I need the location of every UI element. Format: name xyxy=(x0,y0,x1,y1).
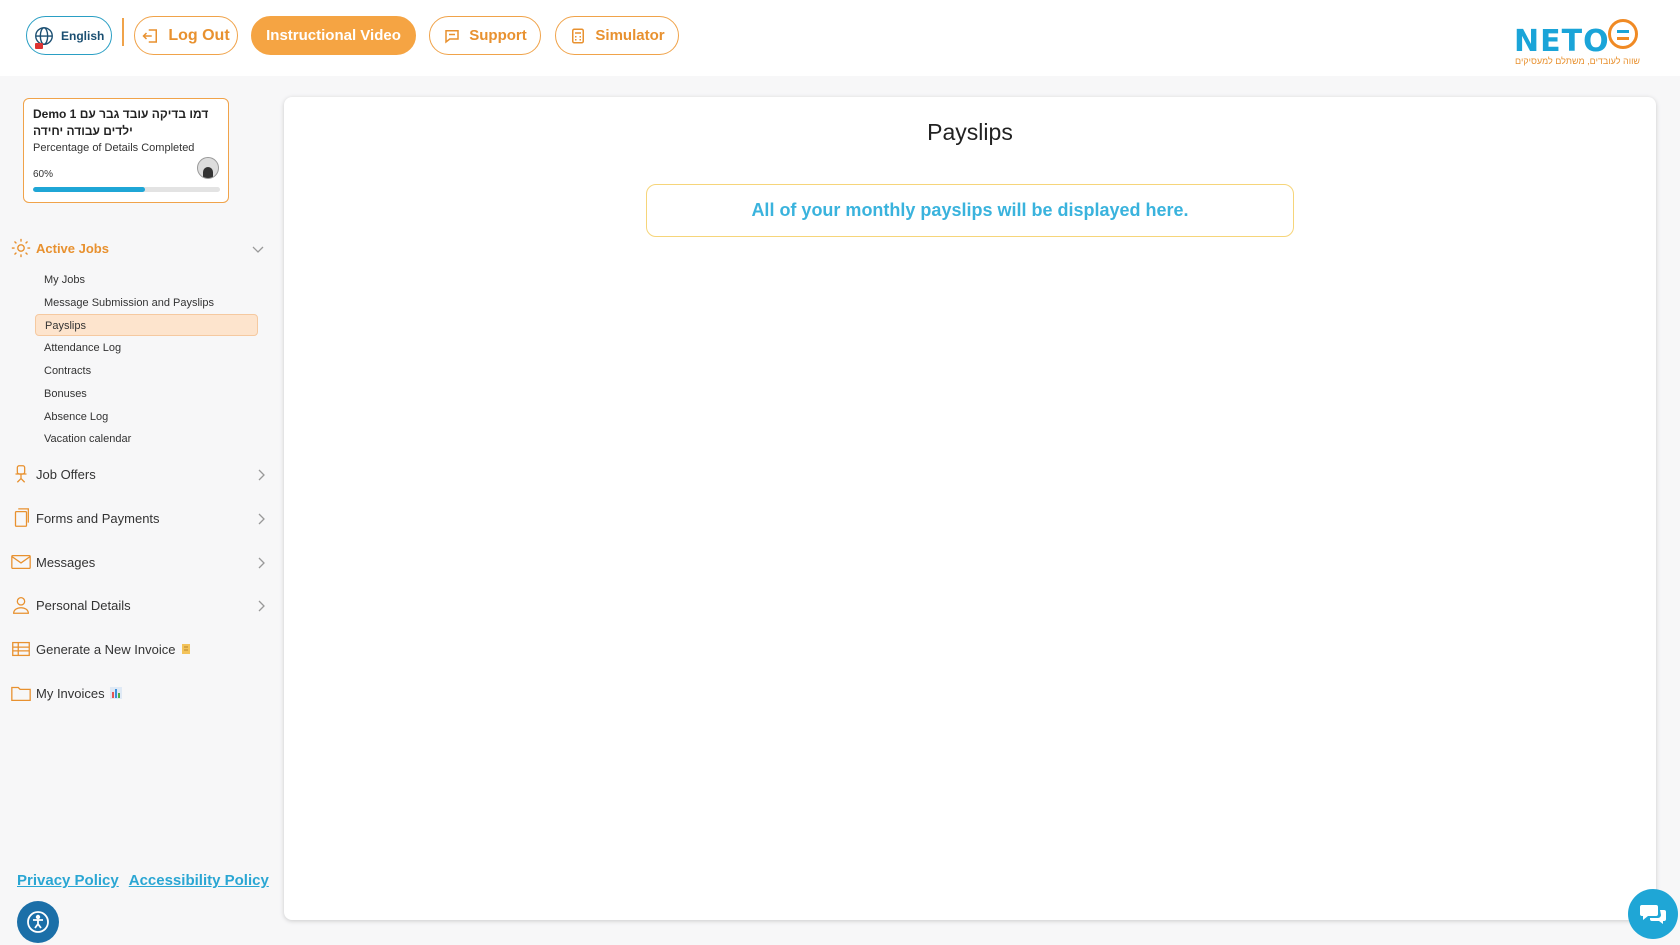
documents-icon xyxy=(14,508,29,527)
simulator-label: Simulator xyxy=(595,27,665,44)
chevron-right-icon[interactable] xyxy=(255,600,267,612)
main-content-panel: Payslips All of your monthly payslips wi… xyxy=(284,97,1656,920)
privacy-policy-link[interactable]: Privacy Policy xyxy=(17,872,119,889)
section-label-messages: Messages xyxy=(36,554,96,570)
sidebar-item-bonuses[interactable]: Bonuses xyxy=(35,383,258,405)
completion-progress-fill xyxy=(33,187,146,192)
user-icon xyxy=(13,597,29,614)
chat-widget-button[interactable] xyxy=(1628,889,1678,939)
logo-equals-icon xyxy=(1608,19,1638,49)
accessibility-policy-link[interactable]: Accessibility Policy xyxy=(129,872,269,889)
section-label-forms-payments: Forms and Payments xyxy=(36,510,160,526)
header-divider xyxy=(122,18,124,46)
simulator-button[interactable]: Simulator xyxy=(555,16,679,55)
chat-icon xyxy=(1640,905,1666,924)
sidebar-section-active-jobs[interactable]: Active Jobs xyxy=(10,237,109,259)
section-label-personal-details: Personal Details xyxy=(36,597,131,613)
folder-icon xyxy=(11,686,31,701)
logo-tagline: שווה לעובדים, משתלם למעסיקים xyxy=(1515,56,1640,66)
profile-card[interactable]: Demo 1 דמו בדיקה עובד גבר עם ילדים עבודה… xyxy=(23,98,229,203)
section-label-job-offers: Job Offers xyxy=(36,466,96,482)
gear-icon xyxy=(11,238,31,258)
page-title: Payslips xyxy=(927,119,1013,145)
sidebar-item-vacation-calendar[interactable]: Vacation calendar xyxy=(35,428,258,450)
logout-icon xyxy=(142,28,158,43)
sidebar-item-message-submission[interactable]: Message Submission and Payslips xyxy=(35,292,258,314)
accessibility-icon xyxy=(27,911,49,933)
globe-icon xyxy=(33,25,55,49)
empty-state-notice: All of your monthly payslips will be dis… xyxy=(646,184,1294,237)
chevron-down-icon[interactable] xyxy=(252,243,264,255)
logout-label: Log Out xyxy=(168,26,230,44)
logo-word: NETO xyxy=(1514,24,1610,59)
chat-bubble-icon xyxy=(445,29,459,44)
support-button[interactable]: Support xyxy=(429,16,541,55)
sidebar-item-my-jobs[interactable]: My Jobs xyxy=(35,269,258,291)
office-chair-icon xyxy=(15,465,27,483)
avatar[interactable] xyxy=(197,157,219,179)
footer-links: Privacy Policy Accessibility Policy xyxy=(17,872,269,889)
section-label-my-invoices: My Invoices xyxy=(36,685,105,701)
sidebar-item-attendance-log[interactable]: Attendance Log xyxy=(35,337,258,359)
sidebar-item-contracts[interactable]: Contracts xyxy=(35,360,258,382)
completion-percent: 60% xyxy=(33,169,54,180)
language-button[interactable]: English xyxy=(26,16,112,55)
language-label: English xyxy=(61,28,105,43)
bar-chart-emoji-icon xyxy=(109,687,122,699)
sidebar-section-generate-invoice[interactable]: Generate a New Invoice xyxy=(10,638,193,660)
completion-label: Percentage of Details Completed xyxy=(33,142,195,154)
sidebar-section-job-offers[interactable]: Job Offers xyxy=(10,463,96,485)
calculator-icon xyxy=(572,28,585,43)
sidebar-section-my-invoices[interactable]: My Invoices xyxy=(10,682,123,704)
sidebar-section-forms-payments[interactable]: Forms and Payments xyxy=(10,507,160,529)
instructional-video-button[interactable]: Instructional Video xyxy=(251,16,416,55)
video-label: Instructional Video xyxy=(266,27,401,44)
chevron-right-icon[interactable] xyxy=(255,557,267,569)
sidebar-item-absence-log[interactable]: Absence Log xyxy=(35,406,258,428)
neto-logo[interactable]: NETO שווה לעובדים, משתלם למעסיקים xyxy=(1514,16,1640,70)
accessibility-button[interactable] xyxy=(17,901,59,943)
profile-name: Demo 1 דמו בדיקה עובד גבר עם ילדים עבודה… xyxy=(33,107,209,138)
section-label-generate-invoice: Generate a New Invoice xyxy=(36,641,176,657)
section-label-active-jobs: Active Jobs xyxy=(36,240,109,256)
support-label: Support xyxy=(469,27,527,44)
scroll-emoji-icon xyxy=(182,644,191,654)
sidebar-section-personal-details[interactable]: Personal Details xyxy=(10,594,131,616)
us-flag-icon xyxy=(35,42,43,49)
envelope-icon xyxy=(11,554,31,570)
sidebar-item-payslips[interactable]: Payslips xyxy=(35,314,258,336)
chevron-right-icon[interactable] xyxy=(255,469,267,481)
top-header: English Log Out Instructional Video Supp… xyxy=(0,0,1680,76)
invoice-table-icon xyxy=(12,641,30,657)
completion-progress-bar xyxy=(33,187,220,192)
sidebar-section-messages[interactable]: Messages xyxy=(10,551,95,573)
logout-button[interactable]: Log Out xyxy=(134,16,238,55)
chevron-right-icon[interactable] xyxy=(255,513,267,525)
